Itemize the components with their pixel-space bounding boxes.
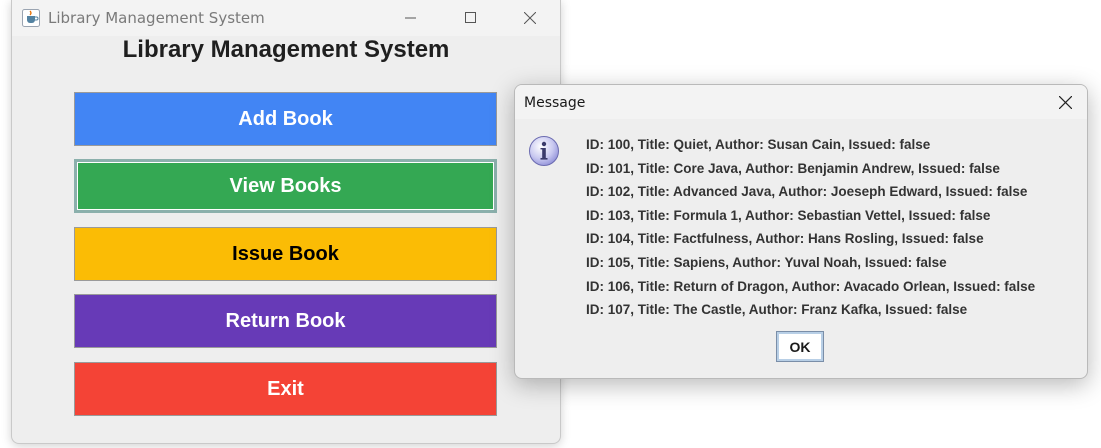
window-title: Library Management System bbox=[48, 9, 265, 27]
book-entry: ID: 106, Title: Return of Dragon, Author… bbox=[586, 278, 1036, 294]
maximize-button[interactable] bbox=[449, 4, 493, 32]
book-entry: ID: 100, Title: Quiet, Author: Susan Cai… bbox=[586, 137, 931, 152]
main-titlebar[interactable]: Library Management System bbox=[12, 0, 560, 36]
view-books-button[interactable]: View Books bbox=[74, 159, 497, 213]
add-book-button[interactable]: Add Book bbox=[74, 92, 497, 146]
book-entry: ID: 103, Title: Formula 1, Author: Sebas… bbox=[586, 207, 991, 223]
close-button[interactable] bbox=[508, 4, 552, 32]
book-entry: ID: 107, Title: The Castle, Author: Fran… bbox=[586, 302, 968, 318]
exit-button[interactable]: Exit bbox=[74, 362, 497, 416]
ok-button[interactable]: OK bbox=[776, 331, 824, 362]
dialog-close-button[interactable] bbox=[1049, 91, 1081, 115]
close-icon bbox=[524, 12, 536, 24]
book-entry: ID: 104, Title: Factfulness, Author: Han… bbox=[586, 231, 984, 247]
maximize-icon bbox=[465, 12, 476, 23]
book-entry: ID: 101, Title: Core Java, Author: Benja… bbox=[586, 160, 1000, 176]
java-icon bbox=[22, 9, 40, 27]
book-list: ID: 100, Title: Quiet, Author: Susan Cai… bbox=[586, 136, 1035, 325]
dialog-titlebar[interactable]: Message bbox=[515, 85, 1087, 119]
book-entry: ID: 105, Title: Sapiens, Author: Yuval N… bbox=[586, 254, 947, 270]
message-dialog: Message ID: 100, Title: Quiet, Author: S… bbox=[514, 84, 1088, 379]
return-book-button[interactable]: Return Book bbox=[74, 294, 497, 348]
main-window: Library Management System Library Manage… bbox=[11, 0, 561, 444]
app-heading: Library Management System bbox=[122, 36, 450, 63]
dialog-title: Message bbox=[524, 95, 586, 111]
issue-book-button[interactable]: Issue Book bbox=[74, 227, 497, 281]
minimize-icon bbox=[405, 17, 416, 19]
minimize-button[interactable] bbox=[389, 4, 433, 32]
book-entry: ID: 102, Title: Advanced Java, Author: J… bbox=[586, 184, 1028, 200]
info-icon bbox=[529, 136, 559, 166]
close-icon bbox=[1059, 96, 1072, 109]
